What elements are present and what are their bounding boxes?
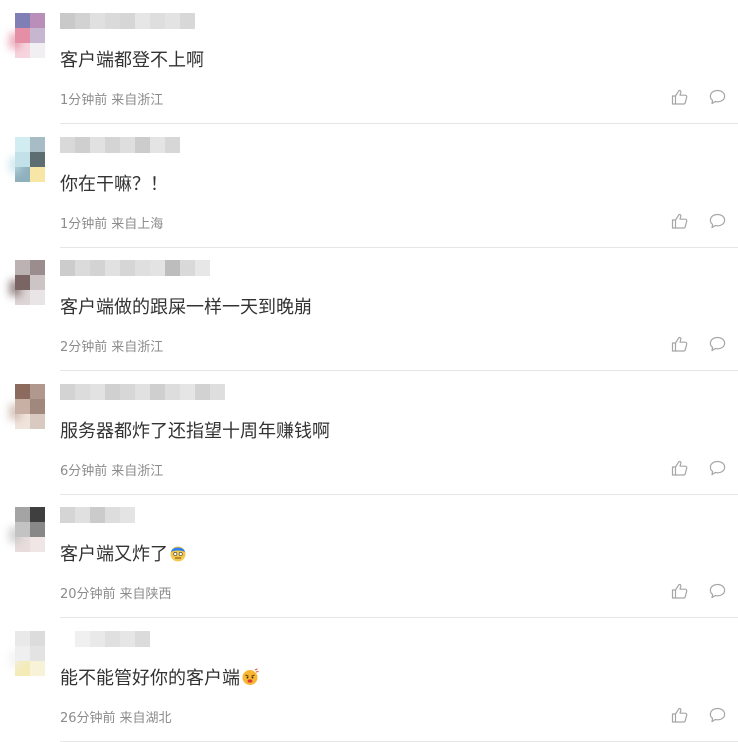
timestamp: 1分钟前 xyxy=(60,93,108,108)
comment-item: 客户端都登不上啊 1分钟前 来自浙江 xyxy=(0,0,738,124)
comment-text: 客户端都登不上啊 xyxy=(60,49,204,73)
comment-bubble-icon xyxy=(709,89,726,105)
comment-bubble-icon xyxy=(709,583,726,599)
comment-meta: 1分钟前 来自上海 xyxy=(60,213,163,232)
comment-meta: 26分钟前 来自湖北 xyxy=(60,707,172,726)
location: 来自浙江 xyxy=(111,464,164,479)
comment-text-body: 能不能管好你的客户端 xyxy=(60,668,240,689)
comment-text: 客户端又炸了 xyxy=(60,543,187,567)
comment-meta: 6分钟前 来自浙江 xyxy=(60,460,163,479)
comment-bubble-icon xyxy=(709,707,726,723)
reply-button[interactable] xyxy=(709,460,726,476)
location: 来自浙江 xyxy=(111,340,164,355)
location: 来自上海 xyxy=(111,217,164,232)
exploded-face-emoji xyxy=(170,546,186,562)
avatar[interactable] xyxy=(9,631,45,676)
like-button[interactable] xyxy=(671,707,688,723)
like-button[interactable] xyxy=(671,583,688,599)
comment-text: 服务器都炸了还指望十周年赚钱啊 xyxy=(60,420,330,444)
comment-item: 客户端又炸了 20分钟前 来自陕西 xyxy=(0,494,738,618)
reply-button[interactable] xyxy=(709,213,726,229)
reply-button[interactable] xyxy=(709,583,726,599)
comment-text-body: 你在干嘛？！ xyxy=(60,174,168,195)
location: 来自湖北 xyxy=(119,711,172,726)
thumb-up-icon xyxy=(671,707,688,723)
comment-bubble-icon xyxy=(709,336,726,352)
timestamp: 2分钟前 xyxy=(60,340,108,355)
comment-text-body: 服务器都炸了还指望十周年赚钱啊 xyxy=(60,421,330,442)
thumb-up-icon xyxy=(671,89,688,105)
comment-text: 你在干嘛？！ xyxy=(60,173,168,197)
comment-text: 能不能管好你的客户端 xyxy=(60,667,259,691)
avatar[interactable] xyxy=(9,507,45,552)
comment-item: 你在干嘛？！ 1分钟前 来自上海 xyxy=(0,124,738,248)
like-button[interactable] xyxy=(671,460,688,476)
comment-text-body: 客户端做的跟屎一样一天到晚崩 xyxy=(60,297,312,318)
comment-item: 能不能管好你的客户端 26分钟前 来自湖北 xyxy=(0,618,738,742)
comment-text-body: 客户端都登不上啊 xyxy=(60,50,204,71)
reply-button[interactable] xyxy=(709,707,726,723)
avatar[interactable] xyxy=(9,384,45,429)
comment-meta: 2分钟前 来自浙江 xyxy=(60,336,163,355)
angry-face-emoji xyxy=(242,668,259,685)
timestamp: 20分钟前 xyxy=(60,587,116,602)
like-button[interactable] xyxy=(671,336,688,352)
comment-bubble-icon xyxy=(709,460,726,476)
avatar[interactable] xyxy=(9,137,45,182)
thumb-up-icon xyxy=(671,213,688,229)
comment-meta: 1分钟前 来自浙江 xyxy=(60,89,163,108)
like-button[interactable] xyxy=(671,89,688,105)
location: 来自浙江 xyxy=(111,93,164,108)
avatar[interactable] xyxy=(9,13,45,58)
comment-item: 客户端做的跟屎一样一天到晚崩 2分钟前 来自浙江 xyxy=(0,247,738,371)
timestamp: 6分钟前 xyxy=(60,464,108,479)
comment-text: 客户端做的跟屎一样一天到晚崩 xyxy=(60,296,312,320)
reply-button[interactable] xyxy=(709,89,726,105)
reply-button[interactable] xyxy=(709,336,726,352)
like-button[interactable] xyxy=(671,213,688,229)
comment-meta: 20分钟前 来自陕西 xyxy=(60,583,172,602)
thumb-up-icon xyxy=(671,336,688,352)
comment-text-body: 客户端又炸了 xyxy=(60,544,168,565)
thumb-up-icon xyxy=(671,583,688,599)
timestamp: 1分钟前 xyxy=(60,217,108,232)
location: 来自陕西 xyxy=(119,587,172,602)
comment-item: 服务器都炸了还指望十周年赚钱啊 6分钟前 来自浙江 xyxy=(0,371,738,495)
comment-bubble-icon xyxy=(709,213,726,229)
thumb-up-icon xyxy=(671,460,688,476)
timestamp: 26分钟前 xyxy=(60,711,116,726)
avatar[interactable] xyxy=(9,260,45,305)
